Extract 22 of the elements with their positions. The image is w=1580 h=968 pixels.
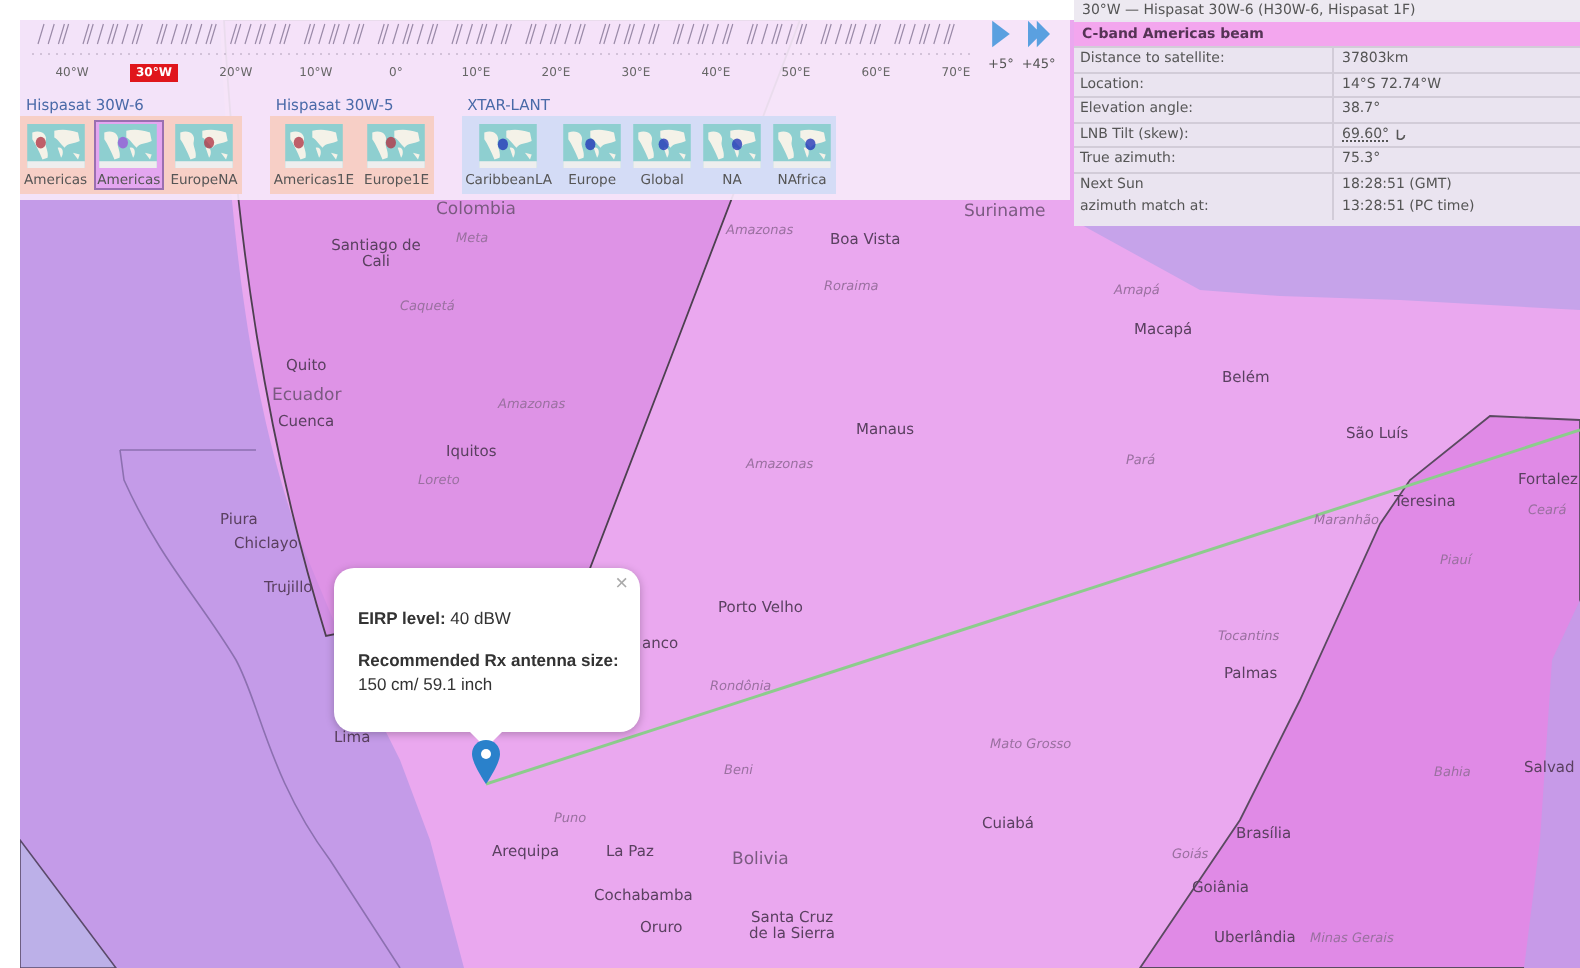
world-map-thumbnail	[702, 124, 763, 168]
eirp-text: EIRP level: 40 dBW	[358, 608, 513, 628]
place-label: Colombia	[436, 202, 516, 220]
antenna-size-value: 150 cm/ 59.1 inch	[358, 674, 495, 694]
world-map-thumbnail	[562, 124, 623, 168]
world-map-thumbnail	[98, 124, 159, 168]
rotate-icon	[1393, 127, 1408, 142]
world-map-thumbnail	[25, 124, 86, 168]
world-map-thumbnail	[632, 124, 693, 168]
world-map-thumbnail	[174, 124, 234, 168]
place-label: Ecuador	[272, 388, 342, 406]
play-icon	[1027, 20, 1050, 48]
world-map-thumbnail	[283, 124, 344, 168]
world-map-thumbnail	[772, 124, 833, 168]
antenna-size-label: Recommended Rx antenna size:	[358, 650, 621, 670]
place-label: Bolivia	[732, 852, 789, 870]
world-map-thumbnail	[366, 124, 427, 168]
play-icon	[989, 20, 1012, 48]
beam-zone	[20, 837, 118, 968]
map-pin-icon[interactable]	[472, 740, 500, 784]
place-label: Suriname	[964, 204, 1046, 222]
world-map-thumbnail	[478, 124, 539, 168]
